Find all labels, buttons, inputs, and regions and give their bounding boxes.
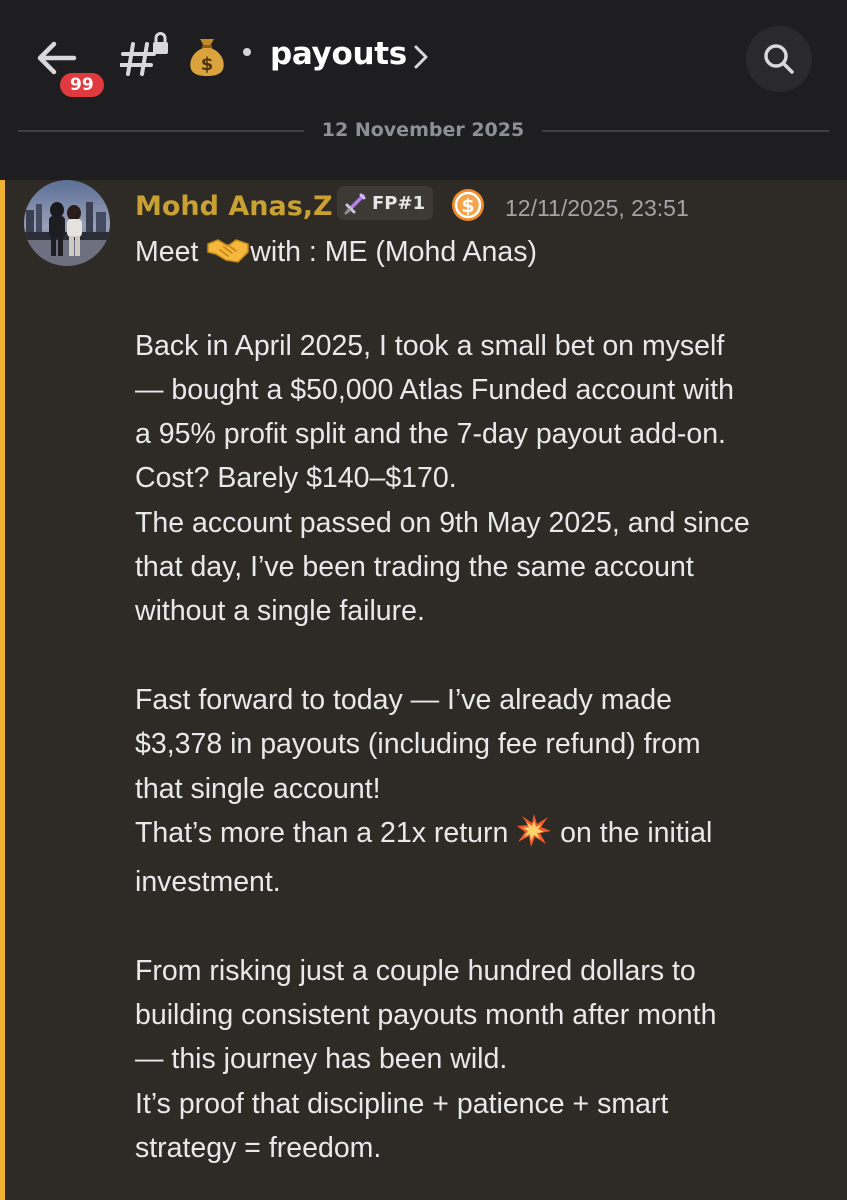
message-line: Meet with : ME (Mohd Anas) (135, 230, 835, 279)
sword-icon (344, 193, 366, 215)
divider-line (18, 130, 304, 132)
money-bag-icon: $ (187, 33, 227, 77)
message-line: It’s proof that discipline + patience + … (135, 1087, 669, 1120)
message-line: From risking just a couple hundred dolla… (135, 954, 696, 987)
svg-text:$: $ (201, 54, 214, 75)
message-line: strategy = freedom. (135, 1131, 382, 1164)
message-line: $3,378 in payouts (including fee refund)… (135, 728, 701, 761)
unread-badge: 99 (57, 70, 107, 100)
collision-emoji-icon (516, 813, 552, 860)
message-line: that single account! (135, 772, 381, 805)
separator-dot (243, 48, 251, 56)
message-line: The account passed on 9th May 2025, and … (135, 506, 750, 539)
message-item[interactable]: Mohd Anas,Z FP#1 $ 12/11/2025, 23:51 Mee… (0, 180, 847, 1200)
avatar[interactable] (24, 180, 110, 266)
search-button[interactable] (746, 26, 812, 92)
message-line: Fast forward to today — I’ve already mad… (135, 683, 672, 716)
message-line: That’s more than a 21x return on the ini… (135, 811, 835, 860)
svg-text:$: $ (461, 195, 474, 217)
search-icon (764, 44, 794, 74)
handshake-emoji-icon (206, 234, 250, 279)
role-tag[interactable]: FP#1 (337, 186, 434, 220)
divider-line (542, 130, 829, 132)
message-line: without a single failure. (135, 595, 425, 628)
message-line: — this journey has been wild. (135, 1043, 508, 1076)
role-tag-label: FP#1 (372, 192, 426, 214)
channel-header: 99 $ payouts 12 November 2025 (0, 0, 847, 180)
coin-badge-icon: $ (451, 188, 485, 222)
locked-hashtag-icon (119, 32, 172, 78)
message-line: Cost? Barely $140–$170. (135, 462, 457, 495)
chevron-right-icon[interactable] (412, 44, 430, 70)
message-header: Mohd Anas,Z FP#1 $ 12/11/2025, 23:51 (135, 186, 835, 230)
message-timestamp: 12/11/2025, 23:51 (505, 195, 689, 221)
date-divider: 12 November 2025 (18, 117, 829, 143)
channel-name[interactable]: payouts (270, 34, 407, 74)
author-name[interactable]: Mohd Anas,Z (135, 190, 333, 224)
message-line: a 95% profit split and the 7-day payout … (135, 418, 726, 451)
message-line: that day, I’ve been trading the same acc… (135, 551, 694, 584)
date-divider-label: 12 November 2025 (321, 119, 525, 141)
message-line: Back in April 2025, I took a small bet o… (135, 329, 725, 362)
message-line: investment. (135, 866, 281, 899)
message-content: Meet with : ME (Mohd Anas) Back in April… (135, 230, 835, 1170)
mention-highlight-bar (0, 180, 5, 1200)
message-line: building consistent payouts month after … (135, 999, 717, 1032)
message-line: — bought a $50,000 Atlas Funded account … (135, 373, 734, 406)
